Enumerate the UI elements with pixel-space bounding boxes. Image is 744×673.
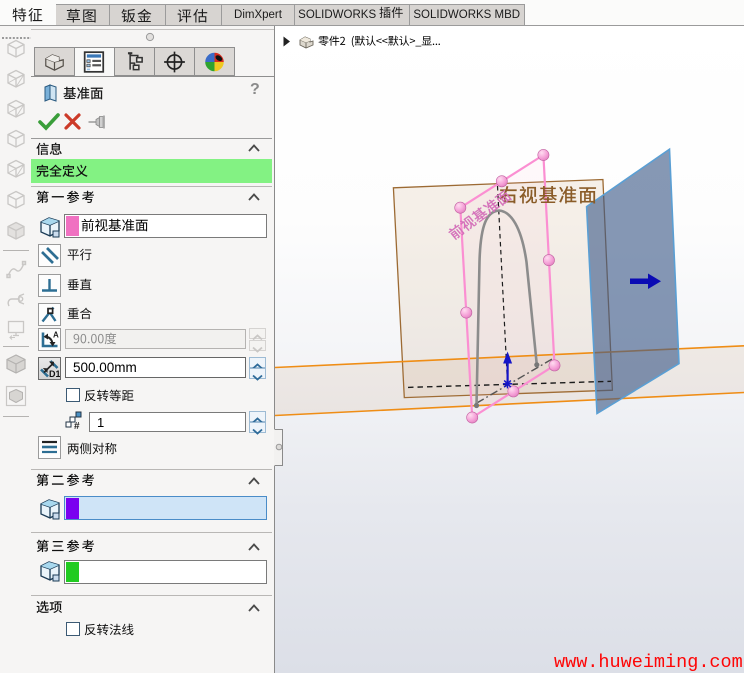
svg-text:D1: D1 <box>49 369 60 379</box>
svg-text:#: # <box>74 421 80 431</box>
svg-text:A: A <box>53 331 59 340</box>
